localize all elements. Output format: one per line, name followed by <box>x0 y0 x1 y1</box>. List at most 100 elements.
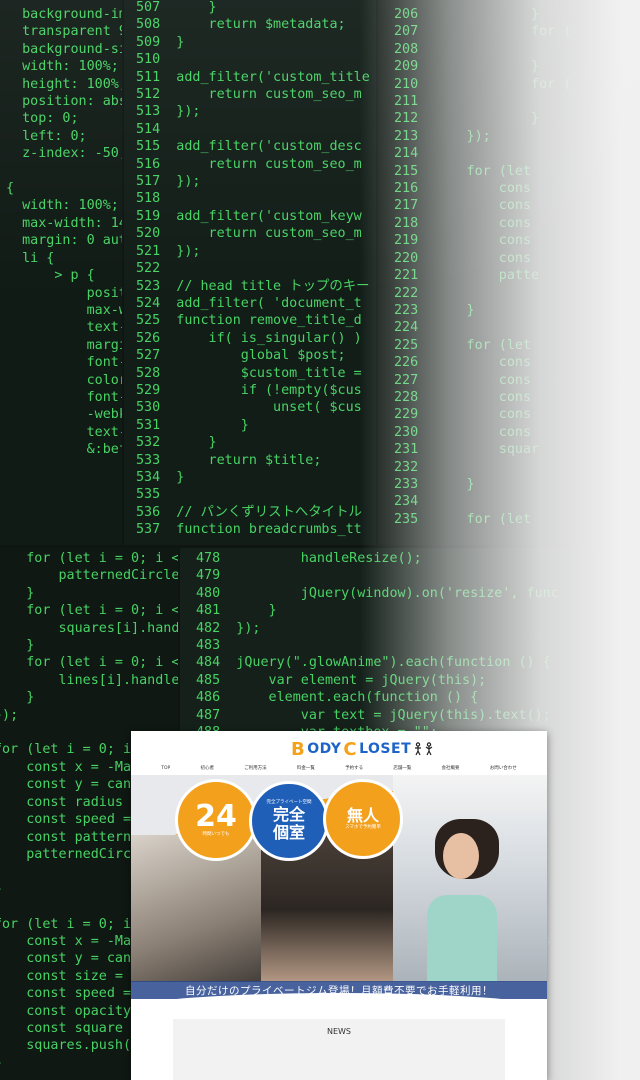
code-line: 530 unset( $cus <box>136 400 362 416</box>
code-line: 537 function breadcrumbs_tt <box>136 522 362 538</box>
site-nav: TOP 初心者 ご利用方法 料金一覧 予約する 店舗一覧 会社概要 お問い合わせ <box>131 761 547 775</box>
badge-24-caption: 時間いつでも <box>202 832 230 837</box>
code-line: 235 for (let <box>394 511 532 527</box>
code-line: 207 for ( <box>394 24 572 40</box>
code-line: 507 } <box>136 0 217 15</box>
code-line: 485 var element = jQuery(this); <box>196 672 487 688</box>
nav-item[interactable]: TOP <box>161 766 170 771</box>
code-line: 230 cons <box>394 424 532 440</box>
news-heading: NEWS <box>326 1027 352 1036</box>
nav-item[interactable]: 料金一覧 <box>297 765 315 771</box>
code-line: 526 if( is_singular() ) <box>136 330 362 346</box>
code-line: 234 <box>394 494 419 510</box>
code-line: 519 add_filter('custom_keyw <box>136 208 362 224</box>
code-line: 480 jQuery(window).on('resize', func <box>196 585 559 601</box>
code-line: 527 global $post; <box>136 348 346 364</box>
code-line: &:befo <box>86 442 122 458</box>
badge-unmanned-text: 無人 <box>346 806 379 825</box>
code-line: color <box>6 372 122 388</box>
code-line: 513 }); <box>136 104 201 120</box>
code-line: margi <box>6 337 122 353</box>
code-line: 209 } <box>394 59 540 75</box>
code-line: patternedCircle <box>0 568 178 584</box>
code-line: font- <box>6 355 122 371</box>
code-line: > p { <box>6 268 95 284</box>
code-line: 524 add_filter( 'document_t <box>136 295 362 311</box>
code-line: 478 handleResize(); <box>196 551 422 566</box>
code-line: 528 $custom_title = <box>136 365 362 381</box>
code-block-css: background-ima transparent 95 background… <box>6 6 122 545</box>
badge-private-room: 完全プライベート空間 完全 個室 <box>249 781 329 861</box>
code-line: 211 <box>394 94 419 110</box>
hero-visual: 24 時間いつでも 完全プライベート空間 完全 個室 無人 スマホで予約簡単 <box>131 775 547 982</box>
code-line: 529 if (!empty($cus <box>136 382 362 398</box>
code-line: } <box>26 585 35 601</box>
site-logo[interactable]: B ODY C LOSET <box>291 737 435 761</box>
badge-24-hours: 24 時間いつでも <box>175 779 257 861</box>
nav-item[interactable]: 会社概要 <box>442 765 460 771</box>
code-line: 227 cons <box>394 372 532 388</box>
editor-panel-js-right: 206 } 207 for (208 209 } 210 for (211 212 } 2… <box>378 0 640 545</box>
code-line: 483 <box>196 638 221 654</box>
website-preview: B ODY C LOSET TOP 初心者 ご利用方法 料金一覧 予約する 店舗一覧… <box>131 731 547 1080</box>
code-line: for (let i = 0; i < <box>0 551 178 566</box>
code-line: width: 100%; <box>6 59 119 75</box>
code-line: margin: 0 auto <box>22 233 122 249</box>
code-line: squares[i].hand <box>0 620 178 636</box>
code-line: text- <box>6 424 122 440</box>
code-line: 487 var text = jQuery(this).text(); <box>196 707 551 723</box>
code-line: 206 } <box>394 7 540 22</box>
code-line: 521 }); <box>136 243 201 259</box>
code-line: 510 <box>136 52 161 68</box>
figures-icon <box>415 742 433 756</box>
code-line: 512 return custom_seo_m <box>136 87 362 103</box>
code-line: 220 cons <box>394 250 532 266</box>
code-block-php: 507 } 508 return $metadata; 509 } 510 511 ad… <box>136 0 370 539</box>
code-line: z-index: -50; <box>6 146 122 162</box>
code-line: 536 // パンくずリストへタイトル <box>136 504 362 520</box>
code-line: 484 jQuery(".glowAnime").each(function (… <box>196 655 551 671</box>
runner-face <box>443 833 479 879</box>
editor-panel-css: background-ima transparent 95 background… <box>0 0 122 545</box>
code-line: width: 100%; <box>6 198 119 214</box>
code-line: background-ima <box>22 7 122 22</box>
code-line: 215 for (let <box>394 163 532 179</box>
code-block-js-right: 206 } 207 for (208 209 } 210 for (211 212 } 2… <box>394 6 571 528</box>
code-line: 533 return $title; <box>136 452 322 468</box>
code-line: 229 cons <box>394 407 532 423</box>
code-line: font- <box>6 389 122 405</box>
code-line: 217 cons <box>394 198 532 214</box>
code-line: for (let i = 0; i < <box>0 655 178 671</box>
logo-text-2: LOSET <box>359 741 412 757</box>
nav-item[interactable]: 初心者 <box>200 765 214 771</box>
code-line: 210 for ( <box>394 76 572 92</box>
code-line: 486 element.each(function () { <box>196 690 479 706</box>
code-line: 508 return $metadata; <box>136 17 346 33</box>
code-line: 532 } <box>136 435 217 451</box>
nav-item[interactable]: お問い合わせ <box>490 765 517 771</box>
code-line: }); <box>0 707 19 723</box>
code-line: co <box>6 459 122 476</box>
code-line: to <box>6 528 122 545</box>
nav-item[interactable]: 予約する <box>345 765 363 771</box>
code-line: 534 } <box>136 469 185 485</box>
code-line: left: 0; <box>6 128 87 144</box>
code-line: 223 } <box>394 302 475 318</box>
logo-letter-b: B <box>291 738 306 760</box>
badge-unmanned-caption: スマホで予約簡単 <box>345 825 381 830</box>
code-line: 216 cons <box>394 181 532 197</box>
code-line: 218 cons <box>394 215 532 231</box>
code-line: po <box>6 511 122 528</box>
code-line: transparent 95 <box>22 24 122 40</box>
code-line: { <box>6 181 15 197</box>
code-line: posit <box>6 285 122 301</box>
editor-panel-php: 507 } 508 return $metadata; 509 } 510 511 ad… <box>124 0 376 545</box>
nav-item[interactable]: ご利用方法 <box>244 765 267 771</box>
code-line: 479 <box>196 568 221 584</box>
news-section: NEWS <box>173 1019 505 1080</box>
nav-item[interactable]: 店舗一覧 <box>393 765 411 771</box>
code-line: 225 for (let <box>394 337 532 353</box>
code-line: top: 0; <box>6 111 79 127</box>
code-line: 232 <box>394 459 419 475</box>
